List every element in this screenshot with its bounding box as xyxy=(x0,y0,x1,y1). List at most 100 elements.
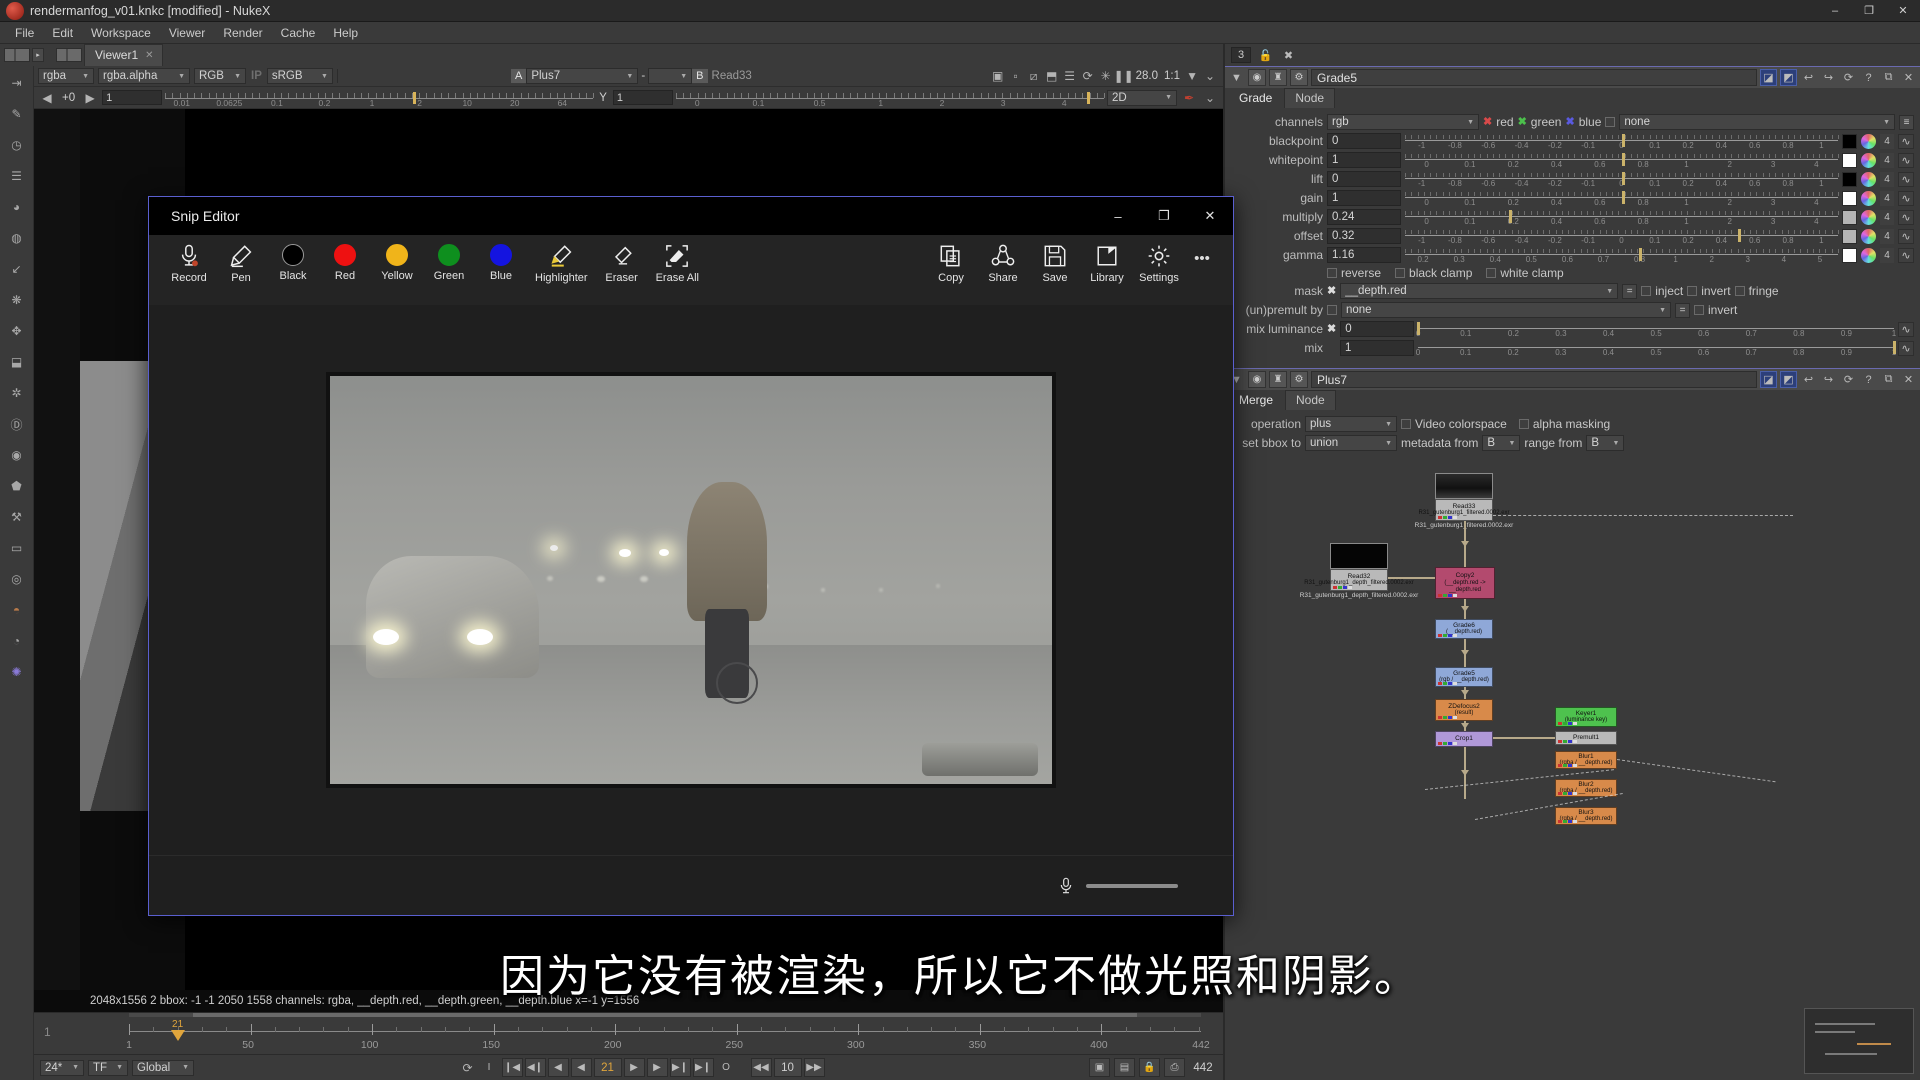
mixlum-enable-icon[interactable]: ✖ xyxy=(1327,323,1336,335)
menu-help[interactable]: Help xyxy=(324,23,367,43)
snip-minimize-button[interactable]: – xyxy=(1095,197,1141,235)
undo-icon[interactable]: ↩ xyxy=(1800,69,1817,86)
decrement-button[interactable]: ◀◀ xyxy=(750,1058,772,1077)
toolsets-icon[interactable]: ▭ xyxy=(5,537,29,559)
float-panel-icon[interactable]: ⧉ xyxy=(1880,371,1897,388)
menu-file[interactable]: File xyxy=(6,23,43,43)
microphone-icon[interactable] xyxy=(1058,877,1074,895)
node-zdefocus2[interactable]: ZDefocus2 (result) xyxy=(1435,699,1493,721)
color-yellow-button[interactable]: Yellow xyxy=(371,239,423,301)
offset-input[interactable]: 0.32 xyxy=(1327,228,1401,244)
node-blur1[interactable]: Blur1 (rgba / __depth.red) xyxy=(1555,751,1617,769)
channel-count-button[interactable]: 4 xyxy=(1880,171,1894,187)
color-wheel-icon[interactable] xyxy=(1861,171,1876,187)
channel-count-button[interactable]: 4 xyxy=(1880,209,1894,225)
multiply-color-swatch[interactable] xyxy=(1842,209,1857,225)
out-point-button[interactable]: O xyxy=(716,1058,737,1077)
mask-eq-icon[interactable]: = xyxy=(1622,283,1638,299)
pane-grip-icon[interactable] xyxy=(4,48,30,62)
settings-button[interactable]: Settings xyxy=(1133,239,1185,301)
gain-input[interactable]: 1 xyxy=(1327,190,1401,206)
save-button[interactable]: Save xyxy=(1029,239,1081,301)
clear-all-icon[interactable]: ✖ xyxy=(1280,47,1297,64)
blue-check-icon[interactable]: ✖ xyxy=(1565,116,1574,128)
mask-invert-checkbox[interactable] xyxy=(1687,286,1698,296)
3d-tools-icon[interactable]: ⬓ xyxy=(5,351,29,373)
node-blur3[interactable]: Blur3 (rgba / __depth.red) xyxy=(1555,807,1617,825)
channel-count-button[interactable]: 4 xyxy=(1880,152,1894,168)
mix-slider[interactable]: 00.10.20.30.40.50.60.70.80.91 xyxy=(1416,339,1896,357)
fps-select[interactable]: 24* ▼ xyxy=(40,1059,84,1076)
node-color-icon[interactable]: ◉ xyxy=(1248,371,1266,388)
compare-view-icon[interactable]: ◩ xyxy=(1780,69,1797,86)
help-icon[interactable]: ? xyxy=(1860,69,1877,86)
snip-close-button[interactable]: ✕ xyxy=(1187,197,1233,235)
whitepoint-slider[interactable]: 0 0.1 0.2 0.4 0.6 0.8 1 2 3 4 xyxy=(1405,151,1839,169)
deep-tools-icon[interactable]: Ⓓ xyxy=(5,413,29,435)
proxy-icon[interactable]: ▫ xyxy=(1007,68,1025,85)
bbox-dropdown[interactable]: union ▼ xyxy=(1305,435,1397,451)
channel-count-button[interactable]: 4 xyxy=(1880,228,1894,244)
lift-slider[interactable]: -1-0.8-0.6-0.4-0.2-0.100.10.20.40.60.81 xyxy=(1405,170,1839,188)
color-tools-icon[interactable]: ◕ xyxy=(5,196,29,218)
compare-view-icon[interactable]: ◩ xyxy=(1780,371,1797,388)
record-button[interactable]: Record xyxy=(163,239,215,301)
metadata-tools-icon[interactable]: ⬟ xyxy=(5,475,29,497)
revert-icon[interactable]: ⟳ xyxy=(1840,69,1857,86)
mix-luminance-slider[interactable]: 00.10.20.30.40.50.60.70.80.91 xyxy=(1416,320,1896,338)
other-tools-icon[interactable]: ⚒ xyxy=(5,506,29,528)
mix-input[interactable]: 1 xyxy=(1340,340,1414,356)
node-wrench-icon[interactable]: ⚙ xyxy=(1290,371,1308,388)
video-colorspace-checkbox[interactable] xyxy=(1401,419,1411,429)
image-tools-icon[interactable]: ⇥ xyxy=(5,72,29,94)
last-frame-button[interactable]: ▶❙ xyxy=(692,1058,714,1077)
menu-render[interactable]: Render xyxy=(214,23,271,43)
wipe-icon[interactable]: ⧄ xyxy=(1025,68,1043,85)
step-forward-button[interactable]: ▶ xyxy=(646,1058,668,1077)
whitepoint-color-swatch[interactable] xyxy=(1842,152,1857,168)
green-check-icon[interactable]: ✖ xyxy=(1518,116,1527,128)
animation-curve-icon[interactable]: ∿ xyxy=(1898,321,1914,337)
current-frame-display[interactable]: 21 xyxy=(593,1058,622,1077)
animation-curve-icon[interactable]: ∿ xyxy=(1898,133,1914,149)
color-black-button[interactable]: Black xyxy=(267,239,319,301)
channel-count-button[interactable]: 4 xyxy=(1880,247,1894,263)
alpha-masking-checkbox[interactable] xyxy=(1518,419,1529,429)
channel-tools-icon[interactable]: ☰ xyxy=(5,165,29,187)
ip-toggle[interactable]: IP xyxy=(246,70,267,82)
gain-color-swatch[interactable] xyxy=(1842,190,1857,206)
tab-merge[interactable]: Merge xyxy=(1229,391,1283,410)
color-wheel-icon[interactable] xyxy=(1861,209,1876,225)
mask-enable-icon[interactable]: ✖ xyxy=(1327,285,1336,297)
lock-range-button[interactable]: 🔒 xyxy=(1139,1058,1160,1077)
animation-curve-icon[interactable]: ∿ xyxy=(1898,152,1914,168)
gamma-input[interactable]: 1.16 xyxy=(1327,247,1401,263)
maximize-button[interactable]: ❐ xyxy=(1852,0,1886,22)
reverse-checkbox[interactable] xyxy=(1327,268,1337,278)
particles-plugin-icon[interactable]: ✺ xyxy=(5,661,29,683)
monitor-out-button[interactable]: ▤ xyxy=(1114,1058,1135,1077)
node-blur2[interactable]: Blur2 (rgba / __depth.red) xyxy=(1555,779,1617,797)
properties-count[interactable]: 3 xyxy=(1231,47,1251,63)
plus7-node-name[interactable]: Plus7 xyxy=(1311,371,1757,388)
pen-button[interactable]: Pen xyxy=(215,239,267,301)
node-crop1[interactable]: Crop1 xyxy=(1435,731,1493,747)
color-green-button[interactable]: Green xyxy=(423,239,475,301)
keyer-tools-icon[interactable]: ↙ xyxy=(5,258,29,280)
metadata-from-dropdown[interactable]: B ▼ xyxy=(1482,435,1521,451)
animation-curve-icon[interactable]: ∿ xyxy=(1898,340,1914,356)
alpha-checkbox[interactable] xyxy=(1605,117,1616,127)
premult-invert-checkbox[interactable] xyxy=(1694,305,1704,315)
list-icon[interactable]: ☰ xyxy=(1061,68,1079,85)
menu-viewer[interactable]: Viewer xyxy=(160,23,214,43)
filter-tools-icon[interactable]: ◍ xyxy=(5,227,29,249)
roi-icon[interactable]: ▣ xyxy=(989,68,1007,85)
field-select[interactable]: TF ▼ xyxy=(88,1059,128,1076)
tab-viewer1[interactable]: Viewer1 ✕ xyxy=(84,44,163,66)
gamma-input[interactable]: 1 xyxy=(612,90,673,105)
gamma-slider[interactable]: 0.20.30.40.50.60.70.812345 xyxy=(1405,246,1839,264)
views-tools-icon[interactable]: ◉ xyxy=(5,444,29,466)
redo-icon[interactable]: ↪ xyxy=(1820,371,1837,388)
menu-edit[interactable]: Edit xyxy=(43,23,82,43)
node-read33[interactable]: Read33 R31_gutenburg1_filtered.0002.exr xyxy=(1418,499,1510,521)
